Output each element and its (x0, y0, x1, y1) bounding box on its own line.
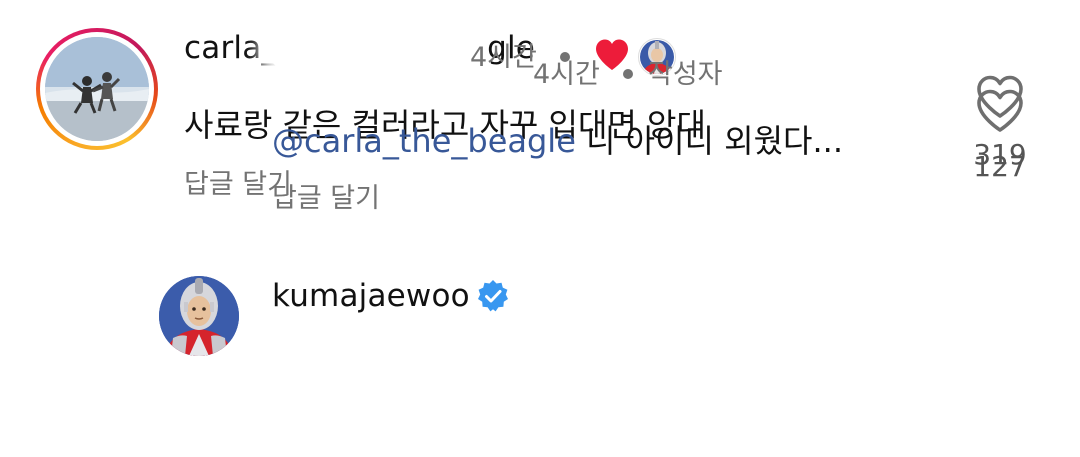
story-ring-avatar[interactable] (36, 28, 158, 150)
comment-username[interactable]: kumajaewoo (272, 278, 470, 314)
comment-item: carla_ gle 4시간 사료랑 같은 컬러라고 자꾸 입대면 앙대 답글 달… (0, 0, 1080, 230)
comment-time: 4시간 (533, 59, 600, 90)
like-count[interactable]: 127 (960, 150, 1040, 183)
separator-dot (623, 69, 633, 79)
mention-link[interactable]: @carla_the_beagle (272, 122, 576, 160)
avatar[interactable] (159, 276, 239, 356)
username-left-part: carla_ (184, 30, 278, 66)
avatar-photo (45, 37, 149, 141)
blur-smudge (268, 30, 428, 70)
comment-time: 4시간 (470, 42, 537, 73)
verified-badge-icon (475, 278, 511, 318)
reply-button[interactable]: 답글 달기 (272, 176, 380, 215)
author-label: 작성자 (648, 59, 723, 90)
comment-text-body: 니 아이디 외웠다... (586, 122, 843, 160)
comment-item: kumajaewoo (0, 230, 1080, 457)
comment-text: @carla_the_beagle 니 아이디 외웠다... (272, 116, 843, 162)
like-heart-icon[interactable] (975, 88, 1025, 134)
